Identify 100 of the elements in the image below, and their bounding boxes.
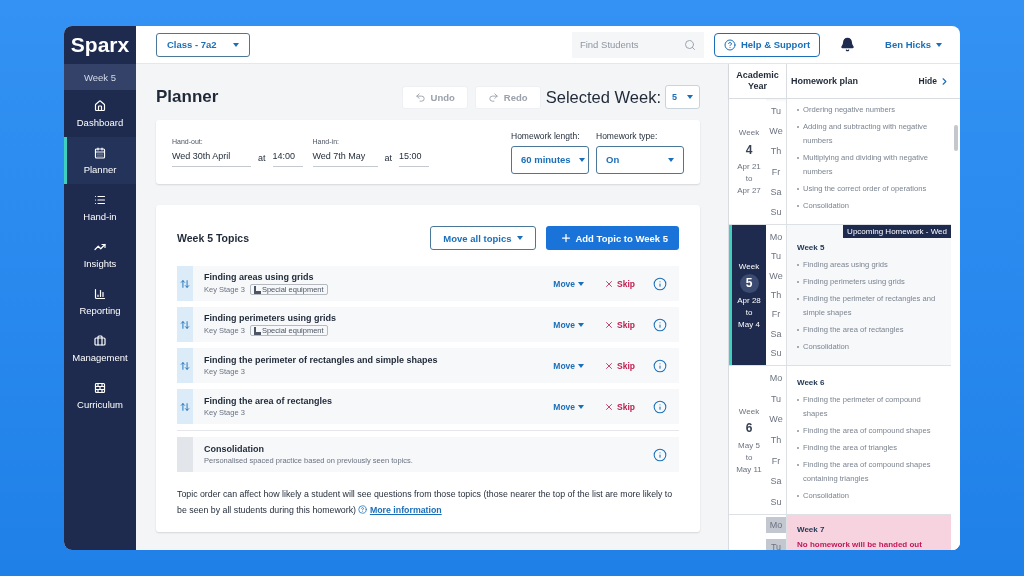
nav-item[interactable]: Dashboard	[64, 90, 136, 137]
skip-button[interactable]: Skip	[604, 278, 635, 289]
week-label: Week	[738, 406, 760, 416]
move-button[interactable]: Move	[553, 319, 585, 330]
type-select[interactable]: On	[596, 145, 684, 174]
skip-button[interactable]: Skip	[604, 401, 635, 412]
caret-icon	[578, 404, 585, 409]
skip-button[interactable]: Skip	[604, 319, 635, 330]
day-label: Fr	[770, 165, 782, 179]
day-label: Sa	[769, 475, 783, 489]
field-label: Homework length:	[511, 130, 581, 141]
field-label: Homework type:	[596, 130, 659, 141]
class-select[interactable]: Class - 7a2	[156, 32, 250, 57]
topic-order-note: Topic order can affect how likely a student will see questions from those topics (those nearer the top of the list are more likely to be seen by all students during this homework) More information	[177, 488, 674, 517]
day-label: Su	[769, 347, 783, 361]
day-label: Su	[769, 495, 783, 509]
nav-item[interactable]: Management	[64, 325, 136, 372]
list-icon	[94, 193, 106, 206]
nav-item[interactable]: Insights	[64, 231, 136, 278]
column-header: Homework plan	[791, 76, 859, 86]
info-button[interactable]	[653, 447, 667, 462]
column-header: Academic Year	[729, 64, 787, 98]
caret-icon	[578, 322, 585, 327]
move-button[interactable]: Move	[553, 360, 585, 371]
day-label: Mo	[766, 516, 786, 533]
move-all-button[interactable]: Move all topics	[430, 226, 537, 250]
current-week-label: Week 5	[64, 64, 136, 90]
day-label: Th	[769, 433, 783, 447]
caret-icon	[668, 157, 674, 162]
redo-icon	[487, 91, 499, 103]
caret-icon	[687, 95, 693, 99]
search-field[interactable]: Find Students	[571, 31, 704, 58]
plus-icon	[560, 232, 573, 244]
info-button[interactable]	[653, 358, 667, 373]
time-field[interactable]: 15:00	[399, 149, 430, 167]
time-field[interactable]: 14:00	[272, 149, 303, 167]
week-select[interactable]: 5	[665, 85, 700, 109]
date-field[interactable]: Wed 7th May	[312, 149, 378, 167]
no-homework-message: No homework will be handed out	[797, 540, 923, 549]
day-label: Tu	[769, 392, 783, 406]
caret-icon	[232, 42, 239, 47]
drag-handle[interactable]	[177, 389, 193, 424]
date-label: May 5	[738, 440, 760, 450]
bell-icon[interactable]	[840, 37, 856, 52]
skip-button[interactable]: Skip	[604, 360, 635, 371]
help-button[interactable]: Help & Support	[713, 32, 821, 57]
drag-handle[interactable]	[177, 307, 193, 342]
date-label: Apr 21	[737, 162, 761, 171]
reorder-icon[interactable]	[180, 319, 190, 330]
nav-item[interactable]: Reporting	[64, 278, 136, 325]
upcoming-badge: Upcoming Homework - Wed	[843, 225, 951, 238]
date-label: to	[745, 174, 753, 183]
drag-handle[interactable]	[177, 348, 193, 383]
day-label: Tu	[766, 539, 786, 550]
day-label: Sa	[769, 185, 783, 199]
topic-title: Finding perimeters using grids	[204, 313, 338, 323]
move-button[interactable]: Move	[553, 401, 585, 412]
week-heading: Week 5	[797, 243, 826, 252]
close-icon	[604, 319, 615, 330]
day-label: Mo	[768, 372, 784, 386]
nav-item[interactable]: Curriculum	[64, 372, 136, 419]
nav-item[interactable]: Hand-in	[64, 184, 136, 231]
add-topic-button[interactable]: Add Topic to Week 5	[546, 226, 679, 250]
day-label: We	[768, 125, 784, 139]
day-label: Mo	[768, 230, 784, 244]
topic-title: Consolidation	[204, 444, 265, 454]
length-select[interactable]: 60 minutes	[511, 145, 589, 174]
day-label: Sa	[769, 327, 783, 341]
reorder-icon[interactable]	[180, 360, 190, 371]
topic-title: Finding the perimeter of rectangles and simple shapes	[204, 355, 439, 365]
user-menu[interactable]: Ben Hicks	[879, 38, 948, 51]
briefcase-icon	[94, 334, 106, 347]
reorder-icon[interactable]	[180, 278, 190, 289]
reorder-icon[interactable]	[180, 401, 190, 412]
topic-title: Finding areas using grids	[204, 272, 315, 282]
brick-wall-icon	[94, 381, 106, 394]
home-icon	[94, 99, 106, 112]
day-label: Su	[769, 205, 783, 219]
day-label: Fr	[770, 308, 782, 322]
move-button[interactable]: Move	[553, 278, 585, 289]
week-heading: Week 7	[797, 525, 826, 534]
question-icon	[723, 38, 736, 51]
day-label: We	[768, 413, 784, 427]
info-button[interactable]	[653, 317, 667, 332]
nav-item[interactable]: Planner	[64, 137, 136, 184]
question-icon	[358, 505, 368, 514]
info-button[interactable]	[653, 399, 667, 414]
drag-handle[interactable]	[177, 266, 193, 301]
close-icon	[604, 278, 615, 289]
caret-icon	[936, 42, 942, 47]
week-label: Week	[738, 128, 760, 137]
date-field[interactable]: Wed 30th April	[172, 149, 251, 167]
date-label: May 11	[736, 464, 762, 474]
hide-button[interactable]: Hide	[918, 75, 950, 87]
week-heading: Week 6	[797, 378, 826, 387]
day-label: Tu	[769, 105, 783, 119]
more-information-link[interactable]: More information	[369, 505, 442, 515]
undo-icon	[414, 91, 426, 103]
info-button[interactable]	[653, 276, 667, 291]
search-icon	[683, 38, 696, 51]
